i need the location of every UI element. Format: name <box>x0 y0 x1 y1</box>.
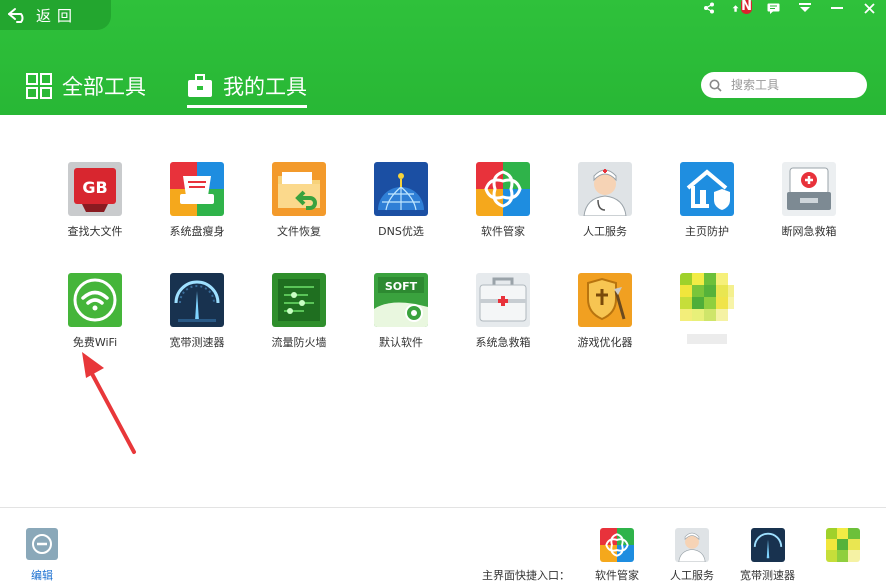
software-manager-icon <box>600 528 634 562</box>
tool-manual-service[interactable]: 人工服务 <box>554 162 656 258</box>
folder-restore-icon <box>272 162 326 216</box>
tool-system-disk-slim[interactable]: 系统盘瘦身 <box>146 162 248 258</box>
tool-label: 断网急救箱 <box>781 225 837 238</box>
share-icon[interactable] <box>700 0 718 16</box>
minimize-icon[interactable] <box>828 0 846 16</box>
tool-label: 查找大文件 <box>67 225 123 238</box>
blurred-tool-icon <box>680 273 734 327</box>
toolbox-icon <box>187 73 213 99</box>
doctor-icon <box>675 528 709 562</box>
grid-icon <box>26 73 52 99</box>
edit-label: 编辑 <box>31 569 53 582</box>
tool-homepage-protect[interactable]: 主页防护 <box>656 162 758 258</box>
tool-label: 软件管家 <box>481 225 525 238</box>
quick-blurred-tool[interactable] <box>826 528 860 567</box>
game-optimizer-icon <box>578 273 632 327</box>
edit-button[interactable]: 编辑 <box>25 528 59 583</box>
speedometer-icon <box>170 273 224 327</box>
tool-broadband-speedtest[interactable]: 宽带测速器 <box>146 273 248 369</box>
footer-bar: 编辑 主界面快捷入口： 软件管家 人工服务 宽带测速器 <box>0 508 886 587</box>
speedometer-icon <box>750 528 785 562</box>
tool-label: 系统急救箱 <box>475 336 531 349</box>
blurred-tool-icon <box>826 528 860 562</box>
disk-slim-icon <box>170 162 224 216</box>
quick-manual-service[interactable]: 人工服务 <box>670 528 714 583</box>
svg-text:GB: GB <box>82 178 107 197</box>
traffic-firewall-icon <box>272 273 326 327</box>
tool-label: 系统盘瘦身 <box>169 225 225 238</box>
quick-entry-label: 主界面快捷入口： <box>482 569 570 582</box>
system-firstaid-icon <box>476 273 530 327</box>
notification-badge: N <box>741 0 752 14</box>
tool-software-manager[interactable]: 软件管家 <box>452 162 554 258</box>
message-icon[interactable] <box>764 0 782 16</box>
tool-default-software[interactable]: SOFT 默认软件 <box>350 273 452 369</box>
my-tools-grid: GB 查找大文件 系统盘瘦身 文件恢复 DNS优选 软件管家 人工服务 主页防护… <box>44 162 844 369</box>
tool-label: 游戏优化器 <box>577 336 633 349</box>
tool-label: 文件恢复 <box>277 225 321 238</box>
tool-label: 宽带测速器 <box>169 336 225 349</box>
tab-all-tools-label: 全部工具 <box>62 75 146 99</box>
header-bar: 返回 N 全部工具 我的工具 <box>0 0 886 115</box>
tool-label: 默认软件 <box>379 336 423 349</box>
back-label: 返回 <box>36 6 79 25</box>
network-firstaid-icon <box>782 162 836 216</box>
close-icon[interactable] <box>860 0 878 16</box>
search-input[interactable] <box>729 77 853 93</box>
quick-broadband-speedtest[interactable]: 宽带测速器 <box>740 528 795 583</box>
tool-label: DNS优选 <box>378 225 424 238</box>
tool-dns-optimize[interactable]: DNS优选 <box>350 162 452 258</box>
tab-my-tools-label: 我的工具 <box>223 75 307 99</box>
window-controls: N <box>700 0 878 16</box>
tool-label: 人工服务 <box>583 225 627 238</box>
quick-item-label: 宽带测速器 <box>740 569 795 582</box>
tab-my-tools[interactable]: 我的工具 <box>187 66 307 108</box>
menu-dropdown-icon[interactable] <box>796 0 814 16</box>
soft-default-icon: SOFT <box>374 273 428 327</box>
back-button[interactable]: 返回 <box>0 0 111 30</box>
tool-network-first-aid[interactable]: 断网急救箱 <box>758 162 860 258</box>
upgrade-icon[interactable]: N <box>732 0 752 16</box>
software-manager-icon <box>476 162 530 216</box>
tab-all-tools[interactable]: 全部工具 <box>26 66 146 106</box>
home-shield-icon <box>680 162 734 216</box>
back-arrow-icon <box>0 0 36 30</box>
doctor-icon <box>578 162 632 216</box>
quick-software-manager[interactable]: 软件管家 <box>595 528 639 583</box>
search-box[interactable] <box>701 72 867 98</box>
tool-label: 流量防火墙 <box>271 336 327 349</box>
wifi-icon <box>68 273 122 327</box>
quick-item-label: 软件管家 <box>595 569 639 582</box>
tool-label <box>687 334 727 347</box>
search-icon <box>701 79 729 92</box>
gb-file-icon: GB <box>68 162 122 216</box>
svg-text:SOFT: SOFT <box>385 280 418 293</box>
tool-blurred[interactable] <box>656 273 758 369</box>
tool-label: 主页防护 <box>685 225 729 238</box>
annotation-arrow <box>82 352 136 454</box>
quick-item-label: 人工服务 <box>670 569 714 582</box>
tool-find-large-files[interactable]: GB 查找大文件 <box>44 162 146 258</box>
tool-system-first-aid[interactable]: 系统急救箱 <box>452 273 554 369</box>
dns-globe-icon <box>374 162 428 216</box>
minus-circle-icon <box>26 528 58 560</box>
tool-file-recovery[interactable]: 文件恢复 <box>248 162 350 258</box>
tool-traffic-firewall[interactable]: 流量防火墙 <box>248 273 350 369</box>
tool-game-optimizer[interactable]: 游戏优化器 <box>554 273 656 369</box>
